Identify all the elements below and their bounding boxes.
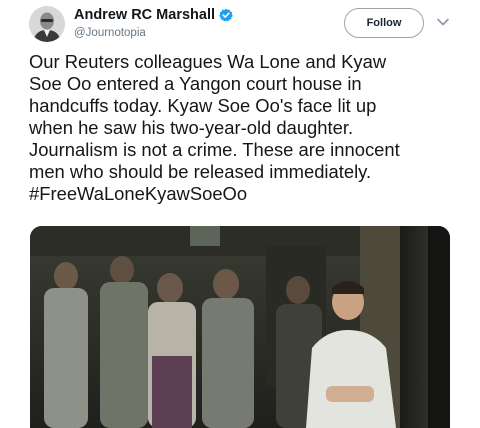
avatar[interactable] bbox=[29, 6, 65, 42]
username-handle[interactable]: @Journotopia bbox=[74, 27, 334, 39]
tweet-text: Our Reuters colleagues Wa Lone and Kyaw … bbox=[29, 51, 469, 205]
author-info: Andrew RC Marshall @Journotopia bbox=[74, 5, 334, 39]
tweet-text-line: Journalism is not a crime. These are inn… bbox=[29, 139, 400, 160]
tweet-text-line: Soe Oo entered a Yangon court house in bbox=[29, 73, 362, 94]
tweet-text-line: handcuffs today. Kyaw Soe Oo's face lit … bbox=[29, 95, 377, 116]
tweet-text-line: men who should be released immediately. bbox=[29, 161, 372, 182]
display-name-row: Andrew RC Marshall bbox=[74, 5, 334, 25]
display-name[interactable]: Andrew RC Marshall bbox=[74, 7, 215, 23]
avatar-photo bbox=[29, 6, 65, 42]
tweet-media-photo[interactable] bbox=[30, 226, 450, 428]
chevron-down-icon[interactable] bbox=[436, 17, 450, 27]
tweet-text-line: Our Reuters colleagues Wa Lone and Kyaw bbox=[29, 51, 387, 72]
verified-badge-icon bbox=[219, 8, 233, 22]
tweet-text-line: when he saw his two-year-old daughter. bbox=[29, 117, 354, 138]
follow-button[interactable]: Follow bbox=[344, 8, 424, 38]
tweet-card: Andrew RC Marshall @Journotopia Follow O… bbox=[0, 0, 480, 428]
hashtag-link[interactable]: #FreeWaLoneKyawSoeOo bbox=[29, 183, 469, 205]
photo-image bbox=[30, 226, 450, 428]
